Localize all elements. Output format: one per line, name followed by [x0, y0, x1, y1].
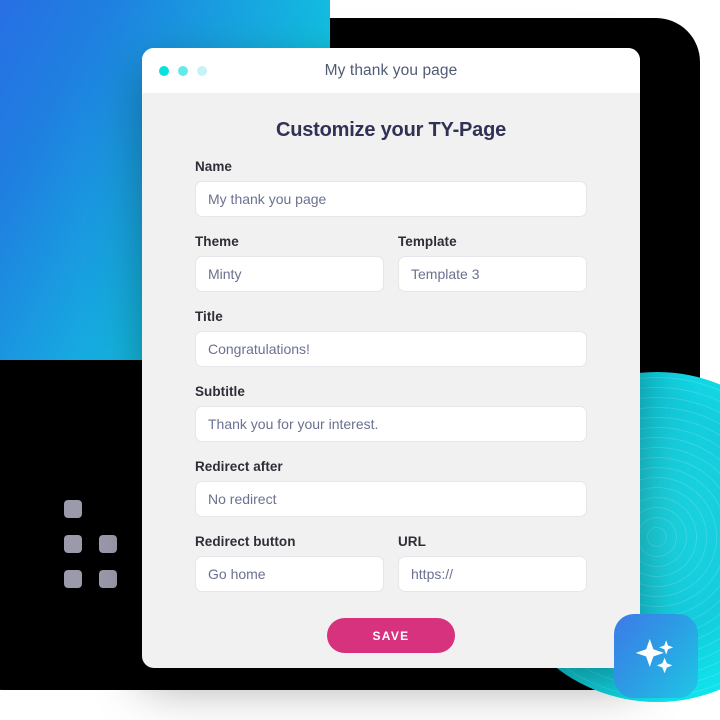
field-label-template: Template [398, 234, 457, 249]
save-button[interactable]: SAVE [327, 618, 455, 653]
title-input[interactable]: Congratulations! [195, 331, 587, 367]
field-redirect-after: Redirect after No redirect [195, 459, 587, 517]
redirect-button-url-row: Redirect button Go home URL https:// [195, 517, 587, 592]
page-title: Customize your TY-Page [275, 119, 507, 141]
field-label-subtitle: Subtitle [195, 384, 245, 399]
sparkles-icon [635, 638, 674, 674]
url-input[interactable]: https:// [398, 556, 587, 592]
field-redirect-button: Redirect button Go home [195, 534, 384, 592]
grid-dot [64, 535, 82, 553]
theme-input[interactable]: Minty [195, 256, 384, 292]
field-template: Template Template 3 [398, 234, 587, 292]
redirect-button-input[interactable]: Go home [195, 556, 384, 592]
field-label-name: Name [195, 159, 232, 174]
field-subtitle: Subtitle Thank you for your interest. [195, 384, 587, 442]
close-dot-icon[interactable] [159, 65, 169, 76]
subtitle-input[interactable]: Thank you for your interest. [195, 406, 587, 442]
window-titlebar: My thank you page [142, 48, 640, 93]
field-theme: Theme Minty [195, 234, 384, 292]
field-url: URL https:// [398, 534, 587, 592]
minimize-dot-icon[interactable] [178, 65, 188, 76]
field-label-title: Title [195, 309, 223, 324]
app-window: My thank you page Customize your TY-Page… [142, 48, 640, 668]
redirect-after-input[interactable]: No redirect [195, 481, 587, 517]
sparkles-badge[interactable] [614, 614, 698, 698]
form-body: Customize your TY-Page Name My thank you… [142, 119, 640, 653]
grid-dot [99, 535, 117, 553]
window-title: My thank you page [324, 61, 458, 79]
grid-dot [64, 500, 82, 518]
name-input[interactable]: My thank you page [195, 181, 587, 217]
field-label-url: URL [398, 534, 426, 549]
field-title: Title Congratulations! [195, 309, 587, 367]
window-controls[interactable] [159, 65, 207, 76]
field-name: Name My thank you page [195, 159, 587, 217]
grid-dot [64, 570, 82, 588]
maximize-dot-icon[interactable] [197, 65, 207, 76]
template-input[interactable]: Template 3 [398, 256, 587, 292]
save-row: SAVE [195, 618, 587, 653]
grid-dot [99, 570, 117, 588]
field-label-redirect-button: Redirect button [195, 534, 296, 549]
field-label-theme: Theme [195, 234, 239, 249]
theme-template-row: Theme Minty Template Template 3 [195, 217, 587, 292]
screenshot-stage: My thank you page Customize your TY-Page… [0, 0, 720, 720]
field-label-redirect-after: Redirect after [195, 459, 283, 474]
dot-grid-decoration [62, 500, 122, 588]
